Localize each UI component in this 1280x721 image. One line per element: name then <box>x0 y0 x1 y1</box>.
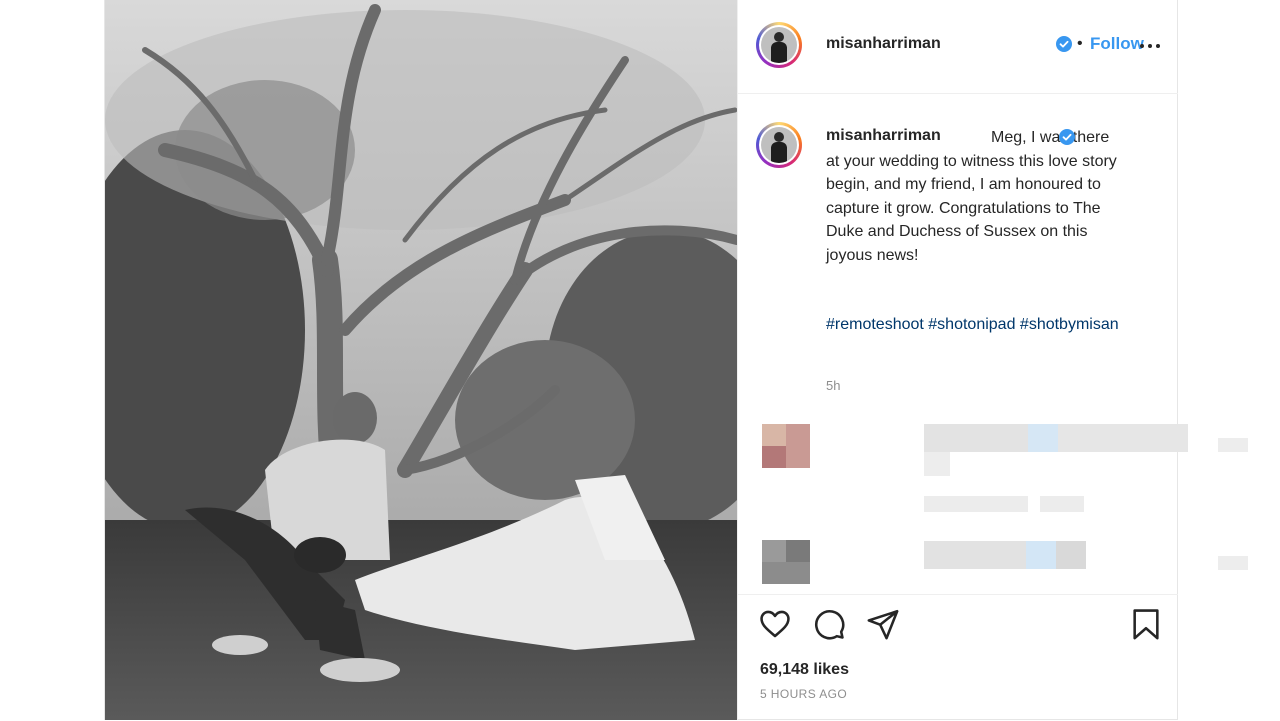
post-timestamp: 5 HOURS AGO <box>760 687 848 701</box>
caption: Meg, I was there at your wedding to witn… <box>826 126 1126 267</box>
likes-count[interactable]: 69,148 likes <box>760 661 849 679</box>
caption-hashtags[interactable]: #remoteshoot #shotonipad #shotbymisan <box>826 313 1126 337</box>
post-header: misanharriman • Follow <box>738 0 1178 94</box>
post-actions: 69,148 likes 5 HOURS AGO <box>738 594 1178 721</box>
caption-username[interactable]: misanharriman <box>826 127 941 145</box>
paper-plane-icon[interactable] <box>866 607 900 641</box>
caption-text: Meg, I was there at your wedding to witn… <box>826 129 1117 264</box>
instagram-post: misanharriman • Follow Meg, I was there … <box>104 0 1248 721</box>
post-side-panel: misanharriman • Follow Meg, I was there … <box>737 0 1248 721</box>
verified-badge-icon <box>1056 36 1072 52</box>
caption-avatar[interactable] <box>756 122 802 168</box>
header-username[interactable]: misanharriman <box>826 35 941 53</box>
more-options-icon[interactable] <box>1138 37 1162 55</box>
post-photo[interactable] <box>105 0 737 720</box>
bookmark-icon[interactable] <box>1130 607 1162 641</box>
comment-bubble-icon[interactable] <box>812 607 846 641</box>
heart-icon[interactable] <box>758 607 792 641</box>
avatar[interactable] <box>756 22 802 68</box>
separator-dot: • <box>1077 35 1083 52</box>
caption-age: 5h <box>826 378 841 393</box>
follow-button[interactable]: Follow <box>1090 34 1144 54</box>
photo-illustration <box>105 0 737 720</box>
verified-badge-icon <box>1059 129 1075 145</box>
